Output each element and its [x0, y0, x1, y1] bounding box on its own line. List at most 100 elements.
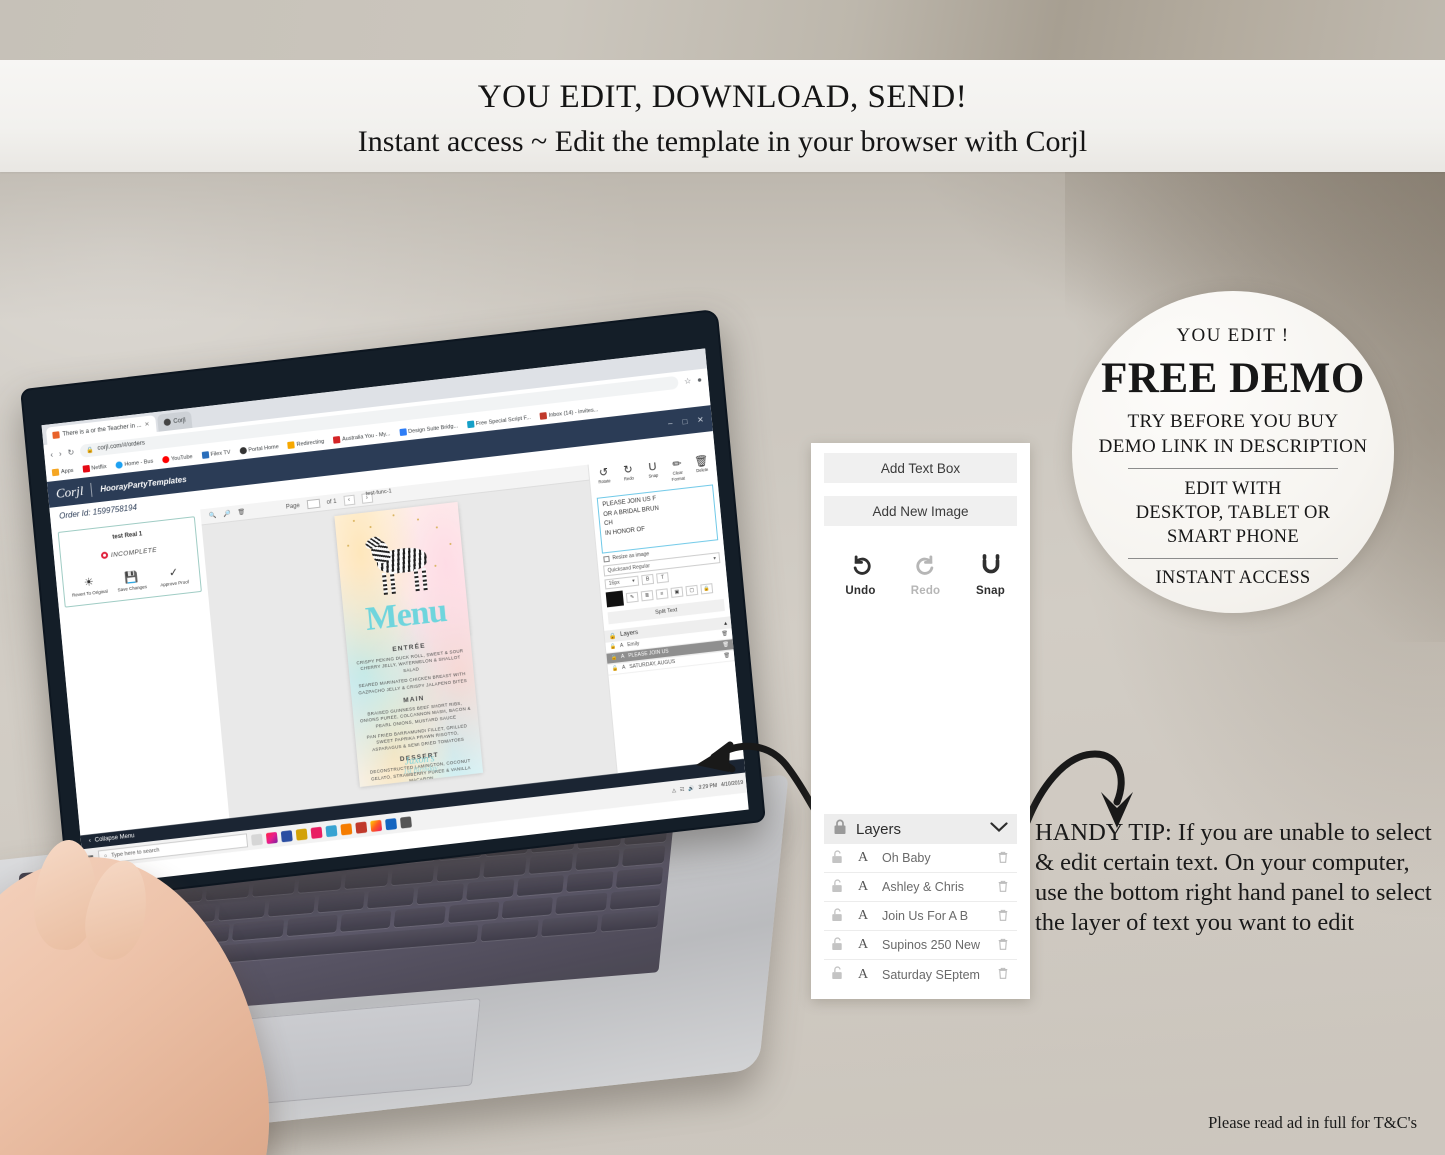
add-text-box-button[interactable]: Add Text Box — [824, 453, 1017, 483]
font-size-select[interactable]: 16px ▾ — [604, 575, 640, 590]
lock-icon[interactable]: 🔓 — [612, 666, 619, 673]
bookmark-item[interactable]: Australia You - My... — [332, 430, 391, 444]
tray-network-icon[interactable]: ☷ — [680, 787, 685, 793]
snap-tool[interactable]: U Snap — [640, 461, 666, 487]
forward-icon[interactable]: › — [59, 449, 63, 458]
lock-icon: 🔒 — [85, 446, 94, 454]
page-label: Page — [285, 502, 301, 511]
unlock-icon[interactable] — [824, 878, 850, 896]
key — [447, 901, 500, 923]
unlock-icon[interactable] — [824, 907, 850, 925]
layers-header[interactable]: Layers — [824, 814, 1017, 844]
taskbar-app-icon[interactable] — [384, 817, 397, 830]
bookmark-item[interactable]: Filex TV — [201, 449, 231, 459]
layer-row[interactable]: A Ashley & Chris — [824, 873, 1017, 902]
taskbar-app-icon[interactable] — [324, 824, 337, 837]
taskbar-app-icon[interactable] — [295, 827, 308, 841]
text-edit-area[interactable]: PLEASE JOIN US F OR A BRIDAL BRUN CH IN … — [596, 484, 719, 554]
design-preview[interactable]: Menu ENTRÉE CRISPY PEKING DUCK ROLL, SWE… — [334, 501, 484, 788]
lock-icon[interactable]: 🔓 — [610, 644, 617, 651]
redo-icon — [905, 551, 946, 581]
back-icon[interactable]: ‹ — [50, 450, 54, 459]
italic-button[interactable]: T — [656, 572, 669, 584]
trash-icon[interactable] — [989, 966, 1017, 983]
tray-chevron-icon[interactable]: △ — [672, 788, 676, 794]
revert-to-original-button[interactable]: ☀ Revert To Original — [70, 574, 108, 598]
chevron-up-icon[interactable]: ▴ — [724, 619, 728, 626]
bookmark-item[interactable]: Inbox (14) - invites... — [539, 406, 599, 420]
snap-button[interactable]: Snap — [970, 551, 1011, 597]
approve-proof-button[interactable]: ✓ Approve Proof — [155, 564, 193, 588]
close-icon[interactable]: ✕ — [144, 421, 150, 429]
font-size-value: 16px — [608, 579, 620, 588]
star-icon[interactable]: ☆ — [684, 376, 692, 386]
delete-tool[interactable]: 🗑 Delete — [689, 455, 715, 481]
maximize-icon[interactable]: □ — [682, 416, 688, 426]
taskbar-app-icon[interactable] — [280, 829, 293, 842]
trash-icon[interactable] — [989, 879, 1017, 896]
bookmark-item[interactable]: Home - Bus — [115, 458, 154, 469]
badge-subline-2: DEMO LINK IN DESCRIPTION — [1098, 436, 1368, 458]
minimize-icon[interactable]: – — [668, 418, 673, 427]
clear-format-tool[interactable]: ✏ Clear Format — [665, 458, 691, 484]
text-color-swatch[interactable] — [605, 590, 624, 608]
bookmark-item[interactable]: YouTube — [161, 453, 193, 464]
taskbar-app-icon[interactable] — [250, 833, 263, 846]
taskbar-app-icon[interactable] — [339, 822, 352, 836]
bookmark-item[interactable]: Design Suite Bridg... — [398, 422, 458, 437]
layer-back-button[interactable]: ▢ — [685, 584, 699, 596]
chevron-down-icon[interactable] — [990, 820, 1008, 838]
taskbar-app-icon[interactable] — [354, 821, 367, 834]
rotate-tool[interactable]: ↺ Rotate — [591, 466, 617, 493]
trash-icon[interactable]: 🗑 — [723, 642, 730, 649]
zoom-out-icon[interactable]: 🔎 — [223, 510, 231, 518]
corjl-logo[interactable]: Corjl — [55, 483, 84, 502]
unlock-icon[interactable] — [824, 849, 850, 867]
reload-icon[interactable]: ↻ — [67, 447, 75, 457]
bookmark-item[interactable]: Netflix — [82, 463, 107, 473]
bookmark-item[interactable]: Portal Home — [239, 443, 279, 455]
trash-icon[interactable] — [989, 850, 1017, 867]
bookmark-item[interactable]: Redirecting — [287, 438, 325, 450]
align-button[interactable]: ≡ — [655, 587, 669, 600]
eyedropper-icon[interactable]: ✎ — [625, 591, 639, 603]
unlock-icon[interactable] — [824, 936, 850, 954]
bookmark-item[interactable]: Apps — [51, 467, 74, 477]
bookmark-label: Home - Bus — [124, 458, 154, 468]
line-height-button[interactable]: ≣ — [640, 589, 654, 601]
layer-row[interactable]: A Supinos 250 New — [824, 931, 1017, 960]
close-icon[interactable]: ✕ — [697, 415, 705, 425]
unlock-icon[interactable] — [824, 966, 850, 983]
search-placeholder-text: Type here to search — [110, 847, 160, 860]
banner-headline: YOU EDIT, DOWNLOAD, SEND! — [477, 79, 968, 115]
lock-button[interactable]: 🔒 — [700, 582, 714, 594]
add-new-image-button[interactable]: Add New Image — [824, 496, 1017, 526]
taskbar-app-icon[interactable] — [369, 819, 382, 832]
profile-icon[interactable]: ● — [697, 375, 703, 385]
layer-row[interactable]: A Oh Baby — [824, 844, 1017, 873]
redo-button[interactable]: Redo — [905, 551, 946, 597]
zoom-in-icon[interactable]: 🔍 — [208, 512, 217, 520]
lock-icon[interactable]: 🔓 — [611, 655, 618, 662]
layers-panel: Layers A Oh Baby A Ashley & Chris A Join… — [824, 814, 1017, 989]
trash-icon[interactable]: 🗑 — [724, 653, 731, 660]
layer-row[interactable]: A Join Us For A B — [824, 902, 1017, 931]
save-changes-button[interactable]: 💾 Save Changes — [113, 569, 151, 593]
key — [600, 909, 659, 932]
bold-button[interactable]: B — [641, 573, 655, 586]
page-number-input[interactable] — [306, 498, 321, 510]
prev-page-button[interactable]: ‹ — [343, 494, 355, 506]
taskbar-app-icon[interactable] — [265, 831, 278, 844]
undo-button[interactable]: Undo — [840, 551, 881, 597]
taskbar-app-icon[interactable] — [399, 815, 412, 829]
trash-icon[interactable] — [989, 937, 1017, 954]
layer-row[interactable]: A Saturday SEptem — [824, 960, 1017, 989]
status-badge: INCOMPLETE — [65, 542, 193, 565]
trash-icon[interactable] — [989, 908, 1017, 925]
delete-icon[interactable]: 🗑 — [237, 508, 245, 516]
zebra-illustration — [363, 534, 440, 599]
trash-icon[interactable]: 🗑 — [721, 631, 728, 638]
taskbar-app-icon[interactable] — [310, 826, 323, 839]
redo-tool[interactable]: ↻ Redo — [616, 464, 642, 490]
layer-front-button[interactable]: ▣ — [670, 586, 684, 598]
